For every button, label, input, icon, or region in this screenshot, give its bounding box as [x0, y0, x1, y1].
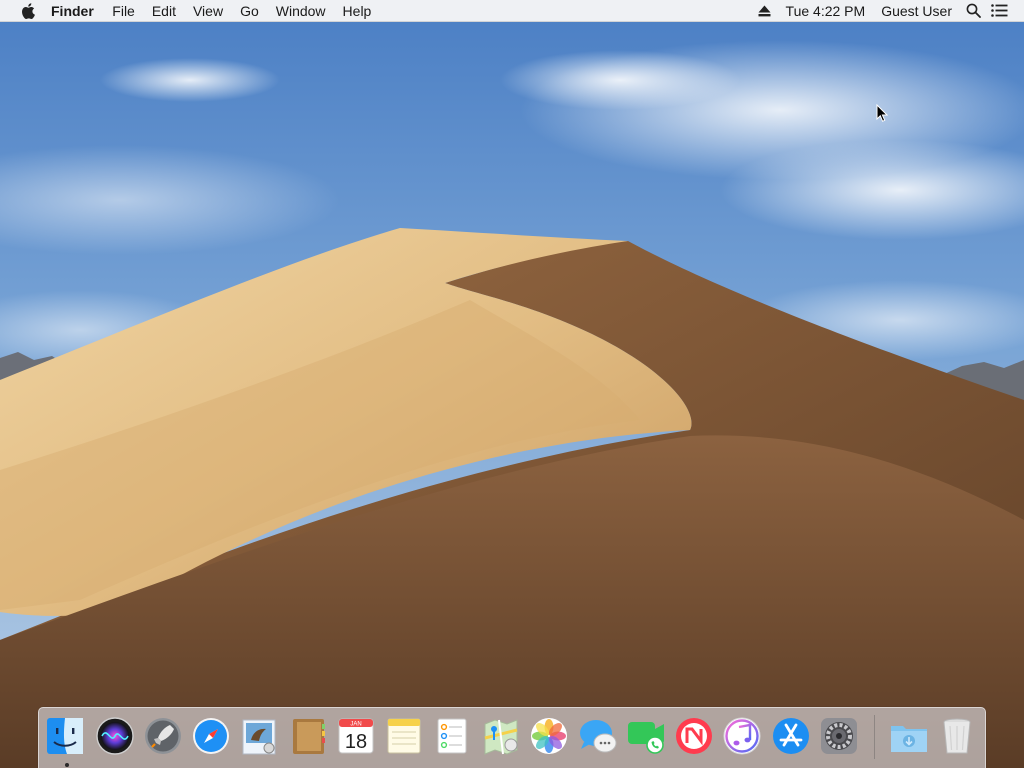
safari-icon: [193, 718, 229, 754]
fast-user-switching-menu[interactable]: Guest User: [873, 0, 960, 22]
menu-window[interactable]: Window: [267, 0, 334, 22]
app-menu-finder[interactable]: Finder: [51, 0, 104, 22]
dock-launchpad[interactable]: [143, 716, 183, 756]
trash-icon: [943, 718, 971, 754]
finder-running-indicator: [65, 763, 69, 767]
dock-reminders[interactable]: [432, 716, 472, 756]
mojave-dune-wallpaper: [0, 0, 1024, 768]
notes-icon: [387, 718, 421, 754]
menu-help[interactable]: Help: [334, 0, 380, 22]
dock-app-store[interactable]: [771, 716, 811, 756]
dock-downloads-stack[interactable]: [889, 716, 929, 756]
calendar-icon: JAN 18: [338, 718, 374, 754]
menu-view[interactable]: View: [184, 0, 231, 22]
dock-itunes[interactable]: [722, 716, 762, 756]
contacts-icon: [293, 719, 325, 754]
dock-siri[interactable]: [95, 716, 135, 756]
desktop-wallpaper: [0, 0, 1024, 768]
notification-center-button[interactable]: [990, 0, 1008, 22]
finder-icon: [47, 718, 83, 754]
photos-icon: [531, 718, 567, 754]
itunes-icon: [723, 717, 761, 755]
dock-finder[interactable]: [45, 716, 85, 756]
facetime-icon: [628, 722, 664, 754]
menu-bar-clock[interactable]: Tue 4:22 PM: [778, 0, 874, 22]
spotlight-button[interactable]: [964, 0, 982, 22]
dock-safari[interactable]: [191, 716, 231, 756]
news-icon: [676, 718, 712, 754]
reminders-icon: [437, 718, 467, 754]
menu-bar-left: Finder File Edit View Go Window Help: [0, 0, 380, 22]
app-store-icon: [773, 718, 809, 754]
menu-edit[interactable]: Edit: [143, 0, 184, 22]
apple-menu-button[interactable]: [19, 2, 37, 20]
menu-bar-status-area: Tue 4:22 PM Guest User: [752, 0, 1024, 22]
calendar-month: JAN: [350, 722, 361, 728]
menu-bar: Finder File Edit View Go Window Help Tue…: [0, 0, 1024, 22]
dock-calendar[interactable]: JAN 18: [336, 716, 376, 756]
maps-icon: [484, 719, 518, 755]
dock-mail[interactable]: [239, 716, 279, 756]
menu-go[interactable]: Go: [232, 0, 268, 22]
system-preferences-icon: [821, 718, 857, 754]
spotlight-search-icon: [966, 3, 981, 18]
dock-system-preferences[interactable]: [819, 716, 859, 756]
messages-icon: [580, 720, 617, 753]
dock-facetime[interactable]: [626, 716, 666, 756]
siri-icon: [96, 717, 134, 755]
calendar-day: 18: [345, 731, 367, 753]
dock-photos[interactable]: [529, 716, 569, 756]
dock-messages[interactable]: [578, 716, 618, 756]
mouse-pointer-icon: [876, 104, 888, 122]
mail-icon: [242, 719, 276, 755]
dock-maps[interactable]: [481, 716, 521, 756]
eject-menu-extra[interactable]: [756, 0, 774, 22]
eject-icon: [758, 5, 771, 16]
dock-separator: [874, 715, 875, 759]
notification-center-icon: [990, 4, 1007, 17]
launchpad-icon: [145, 718, 181, 754]
dock-contacts[interactable]: [288, 716, 328, 756]
downloads-folder-icon: [891, 726, 927, 752]
dock: JAN 18: [38, 707, 986, 768]
menu-file[interactable]: File: [104, 0, 144, 22]
dock-trash[interactable]: [937, 716, 977, 756]
apple-logo-icon: [22, 2, 35, 19]
dock-news[interactable]: [674, 716, 714, 756]
dock-notes[interactable]: [384, 716, 424, 756]
